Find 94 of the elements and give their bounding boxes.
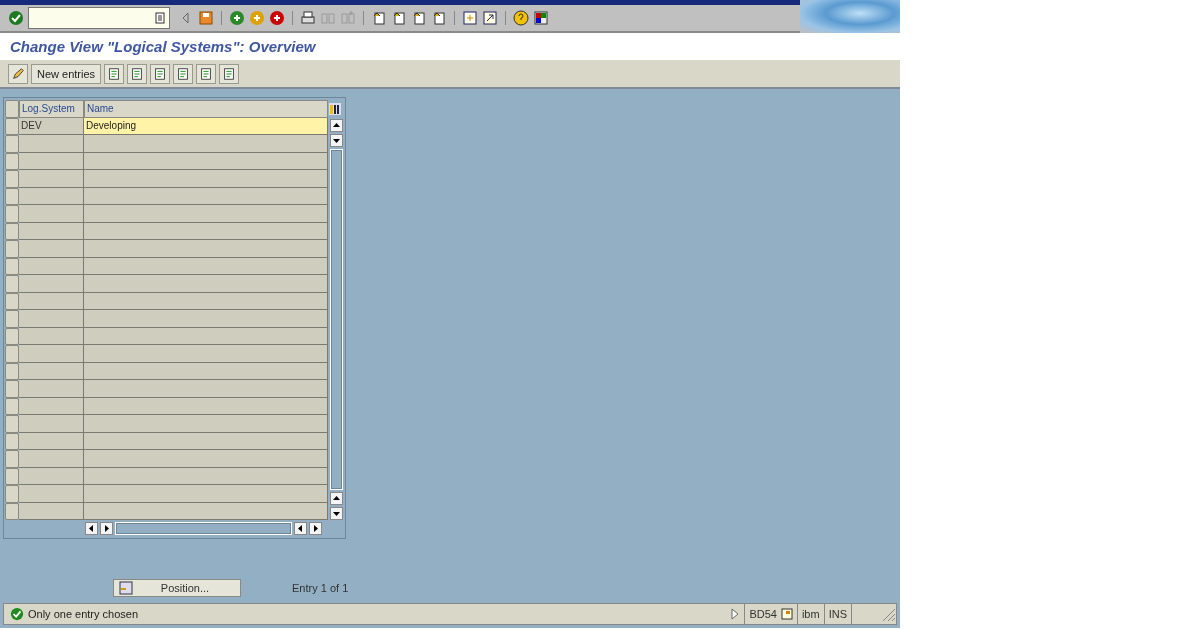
position-button[interactable]: Position... — [113, 579, 241, 597]
table-cell[interactable] — [19, 240, 84, 258]
scroll-left-button[interactable] — [294, 521, 307, 535]
enter-check-icon[interactable] — [8, 10, 24, 26]
column-header[interactable]: Name — [84, 100, 328, 118]
scroll-up-button[interactable] — [329, 118, 343, 132]
help-icon[interactable] — [513, 10, 529, 26]
system-name: ibm — [796, 604, 824, 624]
table-cell[interactable] — [19, 380, 84, 398]
clipboard-icon[interactable] — [155, 12, 165, 24]
shortcut-icon[interactable] — [482, 10, 498, 26]
table-cell[interactable] — [84, 310, 328, 328]
triangle-icon[interactable] — [731, 608, 740, 620]
table-cell[interactable] — [84, 205, 328, 223]
row-selector[interactable] — [5, 310, 19, 328]
transaction-code: BD54 — [744, 604, 781, 624]
toolbar-icon-button[interactable] — [150, 63, 171, 84]
document-icon — [199, 66, 214, 81]
row-selector[interactable] — [5, 415, 19, 433]
toolbar-icon-button[interactable] — [173, 63, 194, 84]
change-pencil-button[interactable] — [8, 63, 28, 84]
toolbar-icon-button[interactable] — [127, 63, 148, 84]
row-selector[interactable] — [5, 292, 19, 310]
column-settings-icon[interactable] — [328, 101, 342, 116]
document-icon — [107, 66, 122, 81]
row-selector[interactable] — [5, 170, 19, 188]
select-all-button[interactable] — [5, 100, 19, 118]
row-selector[interactable] — [5, 117, 19, 135]
entry-count: Entry 1 of 1 — [292, 582, 349, 594]
row-selector[interactable] — [5, 187, 19, 205]
table-cell[interactable] — [19, 450, 84, 468]
server-icon[interactable] — [780, 608, 793, 620]
scroll-up-button[interactable] — [329, 492, 343, 505]
document-icon — [176, 66, 191, 81]
pencil-icon — [11, 66, 25, 81]
row-selector[interactable] — [5, 397, 19, 415]
row-selector[interactable] — [5, 432, 19, 450]
table-cell[interactable] — [84, 415, 328, 433]
row-selector[interactable] — [5, 345, 19, 363]
row-selector[interactable] — [5, 275, 19, 293]
row-selector[interactable] — [5, 450, 19, 468]
row-selector[interactable] — [5, 135, 19, 153]
scroll-right-button[interactable] — [309, 521, 322, 535]
status-message: Only one entry chosen — [28, 608, 140, 620]
window-icon[interactable] — [462, 10, 478, 26]
row-selector[interactable] — [5, 205, 19, 223]
toolbar-icon-button[interactable] — [196, 63, 217, 84]
scroll-down-button[interactable] — [329, 507, 343, 520]
vertical-scrollbar[interactable] — [328, 117, 344, 520]
table-cell[interactable] — [19, 135, 84, 153]
printer-icon[interactable] — [300, 10, 316, 26]
table-cell[interactable] — [19, 275, 84, 293]
row-selector[interactable] — [5, 240, 19, 258]
toolbar-icon-button[interactable] — [104, 63, 125, 84]
table-cell[interactable] — [19, 415, 84, 433]
row-selector[interactable] — [5, 222, 19, 240]
row-selector[interactable] — [5, 362, 19, 380]
table-cell[interactable] — [84, 485, 328, 503]
table-cell[interactable] — [19, 485, 84, 503]
binoculars-plus-icon[interactable] — [340, 10, 356, 26]
scroll-right-button[interactable] — [100, 521, 113, 535]
table-cell[interactable] — [84, 345, 328, 363]
scroll-down-button[interactable] — [329, 133, 343, 147]
save-icon[interactable] — [198, 10, 214, 26]
table-cell[interactable] — [84, 135, 328, 153]
document-icon — [222, 66, 237, 81]
row-selector[interactable] — [5, 467, 19, 485]
command-field[interactable] — [28, 7, 170, 29]
table-cell[interactable] — [19, 345, 84, 363]
row-selector[interactable] — [5, 327, 19, 345]
row-selector[interactable] — [5, 152, 19, 170]
input-mode: INS — [823, 604, 851, 624]
table-cell[interactable] — [84, 275, 328, 293]
document-icon — [130, 66, 145, 81]
horizontal-scrollbar[interactable] — [115, 521, 292, 535]
table-cell[interactable] — [19, 205, 84, 223]
row-selector[interactable] — [5, 257, 19, 275]
row-selector[interactable] — [5, 485, 19, 503]
new-entries-button[interactable]: New entries — [31, 63, 102, 84]
scroll-left-button[interactable] — [85, 521, 98, 535]
column-header[interactable]: Log.System — [19, 100, 84, 118]
toolbar-icon-button[interactable] — [219, 63, 240, 84]
document-icon — [153, 66, 168, 81]
row-selector[interactable] — [5, 502, 19, 520]
table-cell[interactable] — [84, 170, 328, 188]
table-cell[interactable] — [84, 380, 328, 398]
layout-icon[interactable] — [533, 10, 549, 26]
screen-title: Change View "Logical Systems": Overview — [10, 38, 316, 55]
table-cell[interactable] — [19, 170, 84, 188]
row-selector[interactable] — [5, 380, 19, 398]
table-cell[interactable] — [84, 240, 328, 258]
table-cell[interactable] — [84, 450, 328, 468]
resize-grip-icon[interactable] — [880, 606, 896, 622]
table-cell[interactable] — [19, 310, 84, 328]
